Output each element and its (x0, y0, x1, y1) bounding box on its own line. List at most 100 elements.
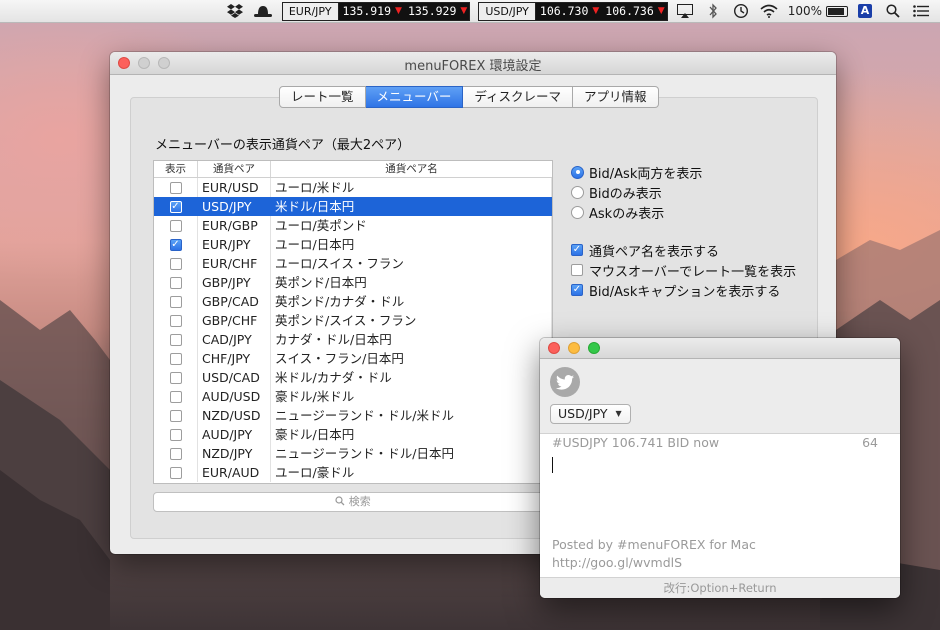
cell-name: ニュージーランド・ドル/日本円 (271, 444, 552, 463)
cell-pair: EUR/GBP (198, 216, 271, 235)
table-row[interactable]: NZD/JPY ニュージーランド・ドル/日本円 (154, 444, 552, 463)
table-row[interactable]: GBP/CAD 英ポンド/カナダ・ドル (154, 292, 552, 311)
radio-button[interactable] (571, 185, 584, 199)
row-checkbox[interactable] (169, 428, 182, 441)
row-checkbox[interactable] (169, 409, 182, 422)
tab-menubar[interactable]: メニューバー (365, 86, 464, 108)
ticker-ask: 135.929 (407, 3, 457, 18)
row-checkbox[interactable] (169, 333, 182, 346)
row-checkbox[interactable] (169, 314, 182, 327)
cell-show (154, 406, 198, 425)
hat-icon[interactable] (253, 3, 272, 19)
table-row[interactable]: EUR/GBP ユーロ/英ポンド (154, 216, 552, 235)
down-arrow-icon: ▼ (592, 6, 600, 16)
cell-show (154, 349, 198, 368)
ticker-usdjpy[interactable]: USD/JPY 106.730 ▼ 106.736 ▼ (478, 1, 668, 21)
text-caret[interactable] (552, 457, 553, 473)
row-checkbox[interactable] (169, 390, 182, 403)
chevron-down-icon: ▼ (615, 409, 622, 418)
cell-show (154, 178, 198, 197)
table-row[interactable]: EUR/AUD ユーロ/豪ドル (154, 463, 552, 482)
tweet-header: USD/JPY ▼ (540, 359, 900, 434)
cell-pair: USD/JPY (198, 197, 271, 216)
row-checkbox[interactable] (169, 295, 182, 308)
row-checkbox[interactable] (169, 466, 182, 479)
ticker-symbol: EUR/JPY (282, 2, 339, 20)
check-show-pair-name[interactable]: ✓ 通貨ペア名を表示する (571, 240, 796, 260)
checkbox[interactable] (571, 264, 583, 276)
menu-bar: EUR/JPY 135.919 ▼ 135.929 ▼ USD/JPY 106.… (0, 0, 940, 23)
tab-bar: レート一覧 メニューバー ディスクレーマ アプリ情報 (279, 86, 659, 108)
row-checkbox[interactable] (169, 181, 182, 194)
table-row[interactable]: AUD/USD 豪ドル/米ドル (154, 387, 552, 406)
row-checkbox[interactable] (169, 257, 182, 270)
cell-name: ユーロ/スイス・フラン (271, 254, 552, 273)
tweet-text: #USDJPY 106.741 BID now (552, 435, 720, 450)
tab-app-info[interactable]: アプリ情報 (573, 86, 659, 108)
column-header-pair[interactable]: 通貨ペア (198, 161, 271, 177)
tweet-window: USD/JPY ▼ #USDJPY 106.741 BID now 64 Pos… (540, 338, 900, 598)
table-row[interactable]: GBP/JPY 英ポンド/日本円 (154, 273, 552, 292)
cell-show (154, 463, 198, 482)
close-button[interactable] (548, 342, 560, 354)
cell-name: ユーロ/英ポンド (271, 216, 552, 235)
minimize-button[interactable] (568, 342, 580, 354)
table-row[interactable]: NZD/USD ニュージーランド・ドル/米ドル (154, 406, 552, 425)
radio-button[interactable] (571, 205, 584, 219)
cell-show: ✓ (154, 197, 198, 216)
check-mouseover-rates[interactable]: マウスオーバーでレート一覧を表示 (571, 260, 796, 280)
row-checkbox[interactable] (169, 371, 182, 384)
row-checkbox[interactable] (169, 276, 182, 289)
cell-show (154, 292, 198, 311)
table-row[interactable]: USD/CAD 米ドル/カナダ・ドル (154, 368, 552, 387)
tab-rate-list[interactable]: レート一覧 (279, 86, 366, 108)
tab-disclaimer[interactable]: ディスクレーマ (463, 86, 574, 108)
spotlight-search-icon[interactable] (884, 3, 902, 19)
checkbox[interactable]: ✓ (571, 244, 583, 256)
table-row[interactable]: AUD/JPY 豪ドル/日本円 (154, 425, 552, 444)
input-method-icon[interactable]: A (858, 4, 872, 18)
wifi-icon[interactable] (760, 3, 778, 19)
cell-name: ニュージーランド・ドル/米ドル (271, 406, 552, 425)
table-row[interactable]: GBP/CHF 英ポンド/スイス・フラン (154, 311, 552, 330)
radio-label: Askのみ表示 (589, 206, 665, 222)
zoom-button[interactable] (588, 342, 600, 354)
cell-name: 英ポンド/日本円 (271, 273, 552, 292)
column-header-name[interactable]: 通貨ペア名 (271, 161, 552, 177)
row-checkbox[interactable]: ✓ (169, 200, 182, 213)
radio-ask-only[interactable]: Askのみ表示 (571, 202, 796, 222)
bluetooth-icon[interactable] (704, 3, 722, 19)
checkbox[interactable]: ✓ (571, 284, 583, 296)
radio-bid-only[interactable]: Bidのみ表示 (571, 182, 796, 202)
table-row[interactable]: EUR/CHF ユーロ/スイス・フラン (154, 254, 552, 273)
ticker-eurjpy[interactable]: EUR/JPY 135.919 ▼ 135.929 ▼ (281, 1, 471, 21)
dropbox-icon[interactable] (226, 3, 244, 19)
radio-button[interactable] (571, 165, 584, 179)
table-row[interactable]: EUR/USD ユーロ/米ドル (154, 178, 552, 197)
battery-status[interactable]: 100% (788, 4, 848, 18)
time-machine-icon[interactable] (732, 3, 750, 19)
row-checkbox[interactable] (169, 352, 182, 365)
search-field[interactable]: 検索 (153, 492, 553, 512)
ticker-symbol: USD/JPY (479, 2, 536, 20)
table-row[interactable]: CAD/JPY カナダ・ドル/日本円 (154, 330, 552, 349)
cell-pair: USD/CAD (198, 368, 271, 387)
pair-dropdown[interactable]: USD/JPY ▼ (550, 404, 631, 424)
radio-bid-ask[interactable]: Bid/Ask両方を表示 (571, 162, 796, 182)
column-header-show[interactable]: 表示 (154, 161, 198, 177)
row-checkbox[interactable] (169, 219, 182, 232)
check-bid-ask-caption[interactable]: ✓ Bid/Askキャプションを表示する (571, 280, 796, 300)
notification-center-icon[interactable] (912, 3, 930, 19)
radio-label: Bidのみ表示 (589, 186, 662, 202)
table-row[interactable]: CHF/JPY スイス・フラン/日本円 (154, 349, 552, 368)
airplay-icon[interactable] (676, 3, 694, 19)
cell-show (154, 273, 198, 292)
cell-show: ✓ (154, 235, 198, 254)
ticker-bid: 135.919 (342, 3, 392, 18)
cell-pair: EUR/CHF (198, 254, 271, 273)
row-checkbox[interactable]: ✓ (169, 238, 182, 251)
table-row[interactable]: ✓ EUR/JPY ユーロ/日本円 (154, 235, 552, 254)
row-checkbox[interactable] (169, 447, 182, 460)
table-row[interactable]: ✓ USD/JPY 米ドル/日本円 (154, 197, 552, 216)
